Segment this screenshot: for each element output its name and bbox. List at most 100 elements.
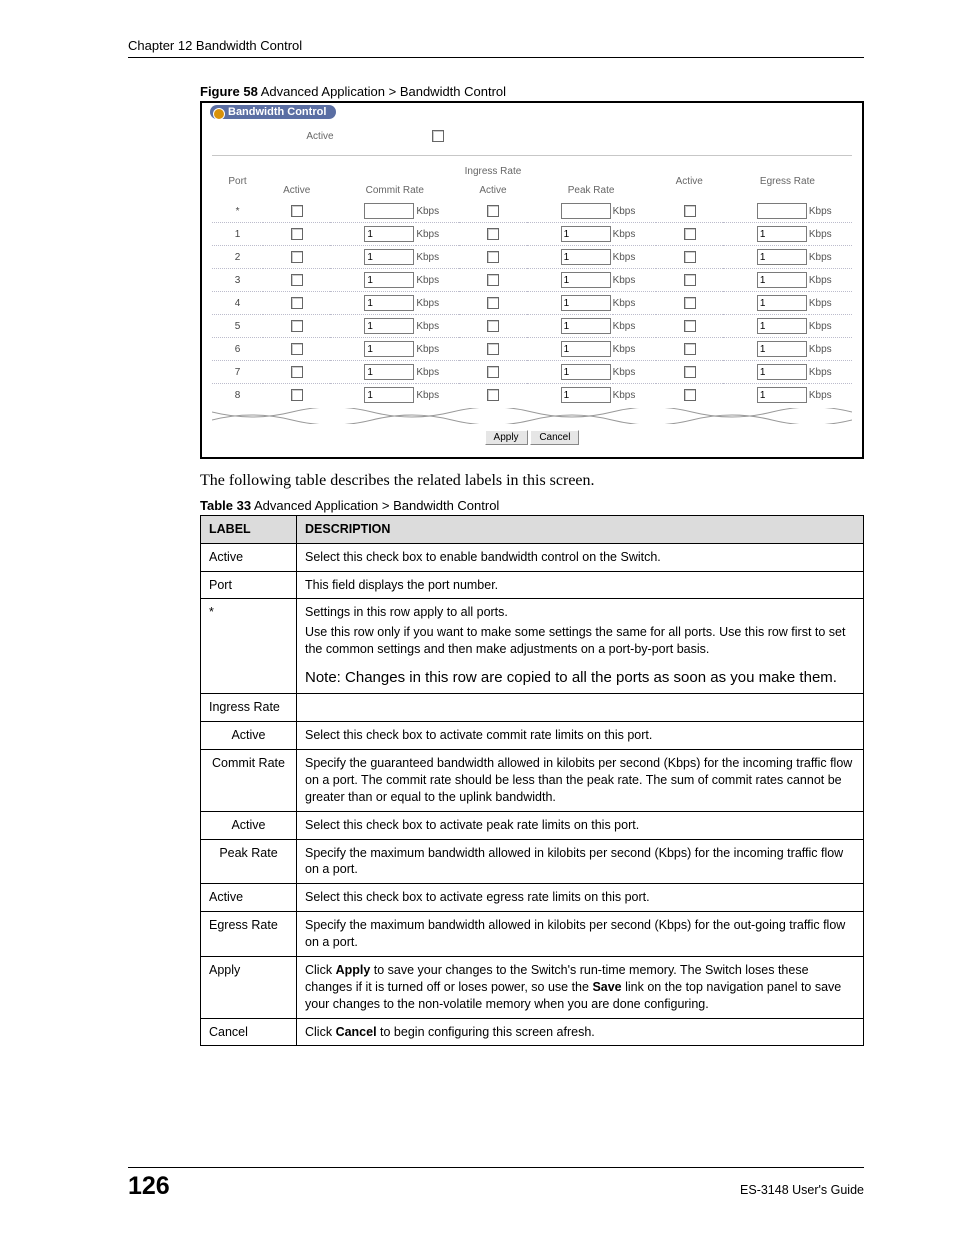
ingress-active-checkbox[interactable] [291, 297, 303, 309]
desc-row: *Settings in this row apply to all ports… [201, 599, 864, 694]
egress-active-checkbox[interactable] [684, 228, 696, 240]
egress-active-checkbox[interactable] [684, 297, 696, 309]
label-cell: Active [201, 722, 297, 750]
commit-rate-input[interactable] [364, 364, 414, 380]
table-caption: Table 33 Advanced Application > Bandwidt… [200, 498, 864, 513]
tab-dot-icon [213, 108, 225, 120]
cancel-button[interactable]: Cancel [530, 430, 579, 445]
peak-active-checkbox[interactable] [487, 389, 499, 401]
peak-rate-input[interactable] [561, 203, 611, 219]
egress-active-checkbox[interactable] [684, 389, 696, 401]
desc-cell: Select this check box to activate commit… [297, 722, 864, 750]
egress-active-checkbox[interactable] [684, 205, 696, 217]
ingress-active-checkbox[interactable] [291, 274, 303, 286]
commit-rate-input[interactable] [364, 318, 414, 334]
egress-active-checkbox[interactable] [684, 251, 696, 263]
peak-active-checkbox[interactable] [487, 274, 499, 286]
figure-caption: Figure 58 Advanced Application > Bandwid… [200, 84, 864, 99]
label-cell: Cancel [201, 1018, 297, 1046]
egress-active-checkbox[interactable] [684, 366, 696, 378]
ingress-active-checkbox[interactable] [291, 343, 303, 355]
ingress-active-checkbox[interactable] [291, 366, 303, 378]
egress-rate-input[interactable] [757, 272, 807, 288]
egress-active-checkbox[interactable] [684, 274, 696, 286]
peak-rate-input[interactable] [561, 387, 611, 403]
egress-rate-input[interactable] [757, 203, 807, 219]
peak-active-checkbox[interactable] [487, 320, 499, 332]
egress-rate-input[interactable] [757, 249, 807, 265]
peak-active-checkbox[interactable] [487, 343, 499, 355]
commit-rate-input[interactable] [364, 203, 414, 219]
unit-label: Kbps [613, 246, 656, 269]
commit-rate-input[interactable] [364, 272, 414, 288]
desc-cell: Select this check box to enable bandwidt… [297, 543, 864, 571]
unit-label: Kbps [809, 292, 852, 315]
ingress-active-checkbox[interactable] [291, 228, 303, 240]
peak-rate-input[interactable] [561, 341, 611, 357]
label-cell: Active [201, 811, 297, 839]
footer-rule [128, 1167, 864, 1168]
unit-label: Kbps [613, 292, 656, 315]
ingress-active-checkbox[interactable] [291, 320, 303, 332]
desc-cell: Click Cancel to begin configuring this s… [297, 1018, 864, 1046]
peak-rate-input[interactable] [561, 318, 611, 334]
ingress-active-checkbox[interactable] [291, 205, 303, 217]
egress-rate-input[interactable] [757, 341, 807, 357]
port-cell: 3 [212, 269, 263, 292]
th-ingress: Ingress Rate [330, 162, 655, 181]
global-active-checkbox[interactable] [432, 130, 444, 142]
desc-cell: Select this check box to activate egress… [297, 884, 864, 912]
label-cell: Port [201, 571, 297, 599]
ingress-active-checkbox[interactable] [291, 251, 303, 263]
commit-rate-input[interactable] [364, 341, 414, 357]
egress-active-checkbox[interactable] [684, 320, 696, 332]
global-active-label: Active [212, 131, 428, 142]
th-active2: Active [459, 181, 526, 200]
egress-rate-input[interactable] [757, 318, 807, 334]
unit-label: Kbps [416, 246, 459, 269]
peak-rate-input[interactable] [561, 226, 611, 242]
peak-active-checkbox[interactable] [487, 251, 499, 263]
peak-rate-input[interactable] [561, 249, 611, 265]
commit-rate-input[interactable] [364, 249, 414, 265]
desc-row: ApplyClick Apply to save your changes to… [201, 956, 864, 1018]
desc-cell: Specify the guaranteed bandwidth allowed… [297, 750, 864, 812]
desc-row: PortThis field displays the port number. [201, 571, 864, 599]
desc-cell [297, 694, 864, 722]
port-cell: 4 [212, 292, 263, 315]
commit-rate-input[interactable] [364, 226, 414, 242]
label-cell: * [201, 599, 297, 694]
unit-label: Kbps [809, 246, 852, 269]
unit-label: Kbps [809, 269, 852, 292]
port-cell: 2 [212, 246, 263, 269]
label-cell: Active [201, 884, 297, 912]
ingress-active-checkbox[interactable] [291, 389, 303, 401]
egress-rate-input[interactable] [757, 226, 807, 242]
egress-rate-input[interactable] [757, 295, 807, 311]
apply-button[interactable]: Apply [485, 430, 528, 445]
page-number: 126 [128, 1172, 170, 1201]
table-row: 6KbpsKbpsKbps [212, 338, 852, 361]
desc-row: Commit RateSpecify the guaranteed bandwi… [201, 750, 864, 812]
peak-active-checkbox[interactable] [487, 228, 499, 240]
commit-rate-input[interactable] [364, 295, 414, 311]
commit-rate-input[interactable] [364, 387, 414, 403]
figure-title: Advanced Application > Bandwidth Control [258, 84, 506, 99]
egress-rate-input[interactable] [757, 387, 807, 403]
peak-rate-input[interactable] [561, 295, 611, 311]
table-row: 4KbpsKbpsKbps [212, 292, 852, 315]
port-cell: 5 [212, 315, 263, 338]
peak-rate-input[interactable] [561, 364, 611, 380]
peak-active-checkbox[interactable] [487, 297, 499, 309]
egress-rate-input[interactable] [757, 364, 807, 380]
table-row: 3KbpsKbpsKbps [212, 269, 852, 292]
desc-row: ActiveSelect this check box to activate … [201, 884, 864, 912]
peak-rate-input[interactable] [561, 272, 611, 288]
unit-label: Kbps [613, 223, 656, 246]
egress-active-checkbox[interactable] [684, 343, 696, 355]
peak-active-checkbox[interactable] [487, 366, 499, 378]
desc-row: ActiveSelect this check box to activate … [201, 811, 864, 839]
label-cell: Peak Rate [201, 839, 297, 884]
peak-active-checkbox[interactable] [487, 205, 499, 217]
chapter-header: Chapter 12 Bandwidth Control [128, 38, 864, 53]
